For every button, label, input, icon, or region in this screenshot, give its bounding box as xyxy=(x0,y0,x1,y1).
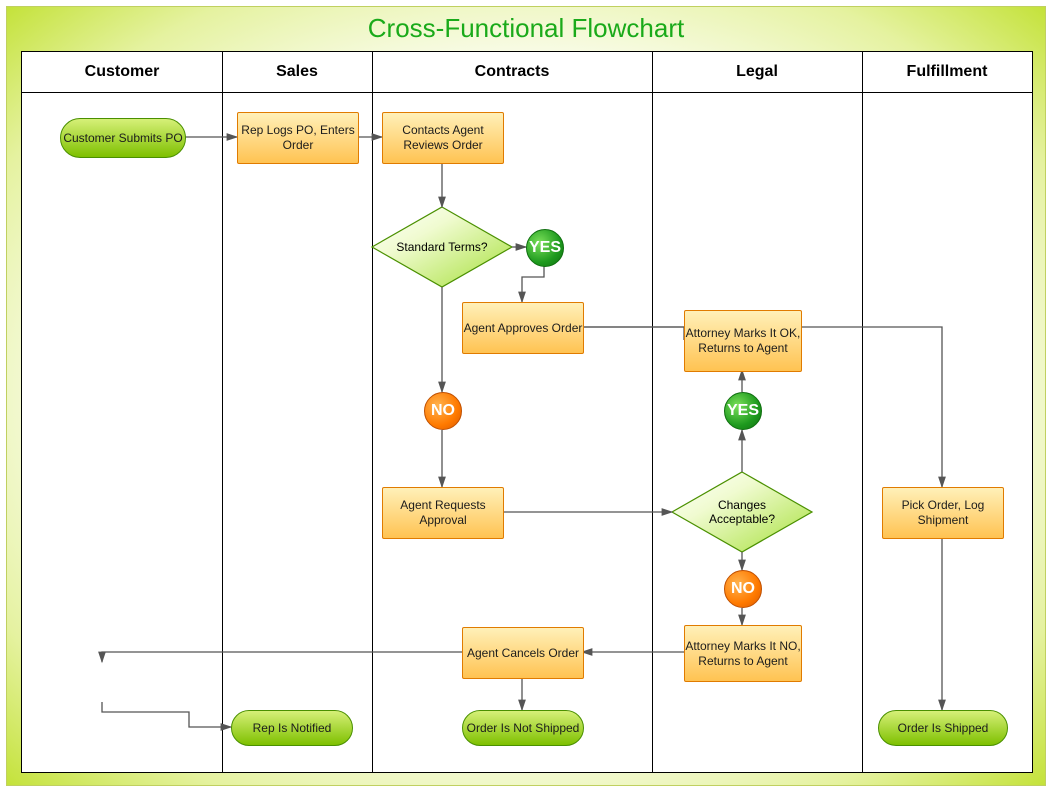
lane-header-contracts: Contracts xyxy=(372,52,652,93)
process-agent-request: Agent Requests Approval xyxy=(382,487,504,539)
end-not-shipped: Order Is Not Shipped xyxy=(462,710,584,746)
diagram-frame: Cross-Functional Flowchart Customer Sale… xyxy=(6,6,1046,786)
process-agent-cancel: Agent Cancels Order xyxy=(462,627,584,679)
lane-header-sales: Sales xyxy=(222,52,372,93)
process-rep-logs: Rep Logs PO, Enters Order xyxy=(237,112,359,164)
lane-header-customer: Customer xyxy=(22,52,222,93)
flow-junction xyxy=(94,662,110,702)
lane-header-legal: Legal xyxy=(652,52,862,93)
lane-customer: Customer xyxy=(22,52,223,772)
process-agent-approve: Agent Approves Order xyxy=(462,302,584,354)
branch-yes-1: YES xyxy=(526,229,564,267)
lane-header-fulfillment: Fulfillment xyxy=(862,52,1032,93)
diagram-title: Cross-Functional Flowchart xyxy=(7,13,1045,44)
branch-no-1: NO xyxy=(424,392,462,430)
process-attorney-no: Attorney Marks It NO, Returns to Agent xyxy=(684,625,802,682)
lane-fulfillment: Fulfillment xyxy=(862,52,1032,772)
process-attorney-ok: Attorney Marks It OK, Returns to Agent xyxy=(684,310,802,372)
branch-no-2: NO xyxy=(724,570,762,608)
process-agent-review: Contacts Agent Reviews Order xyxy=(382,112,504,164)
start-node: Customer Submits PO xyxy=(60,118,186,158)
branch-yes-2: YES xyxy=(724,392,762,430)
end-shipped: Order Is Shipped xyxy=(878,710,1008,746)
pool: Customer Sales Contracts Legal Fulfillme… xyxy=(21,51,1033,773)
process-pick-order: Pick Order, Log Shipment xyxy=(882,487,1004,539)
end-rep-notified: Rep Is Notified xyxy=(231,710,353,746)
